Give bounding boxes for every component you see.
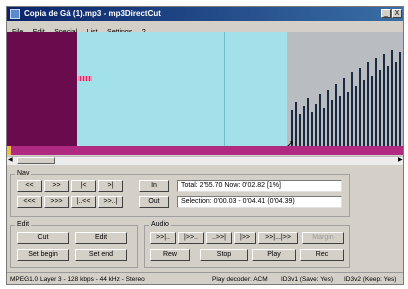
selection-region (7, 32, 77, 146)
title-bar: Copia de Gá (1).mp3 - mp3DirectCut _ X (7, 7, 403, 21)
app-icon (10, 9, 20, 19)
total-time-display: Total: 2'55.70 Now: 0'02.82 [1%] (177, 180, 342, 192)
play-skip-selection-button[interactable]: >>|...|>> (258, 232, 298, 244)
selection-display: Selection: 0'00.03 - 0'04.41 (0'04.39) (177, 196, 342, 208)
minimize-button[interactable]: _ (381, 9, 391, 18)
fast-forward-button[interactable]: >>> (44, 196, 69, 208)
forward-button[interactable]: >> (44, 180, 69, 192)
edit-label: Edit (15, 221, 32, 229)
play-button[interactable]: Play (252, 249, 296, 261)
status-id3v1: ID3v1 (Save: Yes) (281, 276, 334, 283)
scroll-right-icon[interactable]: ▶ (398, 157, 403, 164)
fast-rewind-button[interactable]: <<< (17, 196, 42, 208)
jump-end-button[interactable]: >| (98, 180, 123, 192)
status-id3v2: ID3v2 (Keep: Yes) (344, 276, 397, 283)
menu-bar: File Edit Special List Settings ? (7, 21, 403, 36)
status-bar: MPEG1.0 Layer 3 - 128 kbps - 44 kHz - St… (7, 272, 403, 284)
play-start-button[interactable]: |>> (234, 232, 256, 244)
rewind-button[interactable]: << (17, 180, 42, 192)
scrollbar-thumb[interactable] (17, 157, 55, 164)
rec-button[interactable]: Rec (300, 249, 344, 261)
go-selection-end-button[interactable]: >>..| (98, 196, 123, 208)
waveform-view[interactable] (7, 32, 403, 146)
play-from-cursor-button[interactable]: |>>.. (178, 232, 204, 244)
scroll-left-icon[interactable]: ◀ (8, 157, 13, 164)
cut-button[interactable]: Cut (17, 232, 69, 244)
stop-button[interactable]: Stop (200, 249, 248, 261)
set-in-button[interactable]: In (139, 180, 169, 192)
set-begin-button[interactable]: Set begin (17, 249, 69, 261)
position-tick (7, 146, 11, 155)
position-bar[interactable] (7, 146, 403, 155)
frame-divider (224, 32, 225, 146)
set-out-button[interactable]: Out (139, 196, 169, 208)
play-to-cursor-button[interactable]: >>|.. (150, 232, 176, 244)
jump-start-button[interactable]: |< (71, 180, 96, 192)
play-to-end-button[interactable]: ..>>| (206, 232, 232, 244)
window-title: Copia de Gá (1).mp3 - mp3DirectCut (24, 9, 161, 18)
status-decoder: Play decoder: ACM (212, 276, 268, 283)
edit-button[interactable]: Edit (75, 232, 127, 244)
close-button[interactable]: X (392, 9, 402, 18)
position-marker (78, 76, 92, 81)
set-end-button[interactable]: Set end (75, 249, 127, 261)
nav-label: Nav (15, 170, 32, 178)
horizontal-scrollbar[interactable]: ◀ ▶ (7, 156, 403, 165)
app-window: Copia de Gá (1).mp3 - mp3DirectCut _ X F… (6, 6, 404, 285)
go-selection-start-button[interactable]: |..<< (71, 196, 96, 208)
status-format: MPEG1.0 Layer 3 - 128 kbps - 44 kHz - St… (10, 276, 145, 283)
audio-label: Audio (149, 221, 171, 229)
waveform-bars (291, 50, 401, 146)
margin-button[interactable]: Margin (302, 232, 344, 244)
rew-button[interactable]: Rew (150, 249, 190, 261)
